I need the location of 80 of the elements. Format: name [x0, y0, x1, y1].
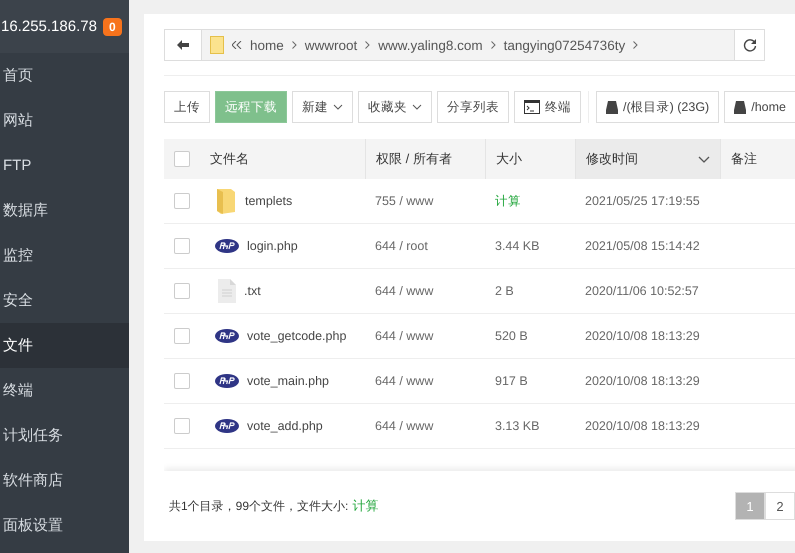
toolbar-button[interactable]: 上传 [164, 91, 210, 123]
modified-time-cell: 2020/10/08 18:13:29 [585, 329, 700, 343]
permission-cell: 644 / root [375, 239, 428, 253]
row-checkbox[interactable] [174, 238, 190, 254]
permission-cell: 644 / www [375, 374, 434, 388]
toolbar-button[interactable]: 终端 [514, 91, 581, 123]
size-cell: 2 B [495, 284, 514, 298]
permission-cell: 644 / www [375, 329, 434, 343]
row-checkbox[interactable] [174, 328, 190, 344]
chevron-right-icon [490, 41, 496, 49]
modified-time-cell: 2021/05/25 17:19:55 [585, 194, 700, 208]
nav-item[interactable]: 首页 [0, 53, 129, 98]
double-chevron-left-icon [232, 41, 242, 49]
permission-cell: 644 / www [375, 419, 434, 433]
file-name[interactable]: .txt [244, 284, 261, 298]
modified-time-cell: 2020/10/08 18:13:29 [585, 374, 700, 388]
permission-cell: 644 / www [375, 284, 434, 298]
back-arrow-icon [177, 40, 189, 50]
breadcrumb-link[interactable]: wwwroot [304, 38, 358, 52]
toolbar-button[interactable]: /home [724, 91, 795, 123]
size-cell: 3.13 KB [495, 419, 540, 433]
nav-item[interactable]: 文件 [0, 323, 129, 368]
file-name[interactable]: vote_main.php [247, 374, 330, 388]
chevron-right-icon [292, 41, 297, 49]
column-header[interactable]: 备注 [731, 150, 757, 168]
php-icon [215, 329, 239, 343]
sort-chevron-icon [698, 156, 710, 162]
toolbar-button[interactable]: 收藏夹 [358, 91, 432, 123]
chevron-right-icon [633, 41, 638, 49]
terminal-icon [524, 100, 540, 114]
permission-cell: 755 / www [375, 194, 434, 208]
folder-icon [210, 36, 224, 54]
php-icon [215, 374, 239, 388]
row-checkbox[interactable] [174, 418, 190, 434]
file-name[interactable]: vote_getcode.php [247, 329, 346, 343]
chevron-right-icon [365, 41, 370, 49]
file-summary: 共1个目录，99个文件，文件大小: [169, 499, 348, 513]
hard-drive-icon [734, 100, 746, 114]
chevron-down-icon [412, 104, 422, 110]
toolbar-button[interactable]: /(根目录) (23G) [596, 91, 720, 123]
nav-item[interactable]: 安全 [0, 278, 129, 323]
column-header[interactable]: 权限 / 所有者 [376, 150, 452, 168]
nav-item[interactable]: 计划任务 [0, 413, 129, 458]
file-name[interactable]: templets [245, 194, 292, 208]
toolbar-button[interactable]: 分享列表 [437, 91, 509, 123]
page-button[interactable]: 2 [765, 492, 795, 520]
php-icon [215, 419, 239, 433]
chevron-down-icon [333, 104, 343, 110]
nav-item[interactable]: 监控 [0, 233, 129, 278]
nav-item[interactable]: 面板设置 [0, 503, 129, 548]
nav-item[interactable]: 终端 [0, 368, 129, 413]
breadcrumb-link[interactable]: tangying07254736ty [504, 38, 626, 52]
modified-time-cell: 2020/10/08 18:13:29 [585, 419, 700, 433]
size-cell: 917 B [495, 374, 528, 388]
hard-drive-icon [606, 100, 618, 114]
select-all-checkbox[interactable] [174, 151, 190, 167]
nav-item[interactable]: 网站 [0, 98, 129, 143]
column-header[interactable]: 文件名 [210, 150, 249, 168]
modified-time-cell: 2020/11/06 10:52:57 [585, 284, 699, 298]
breadcrumb-link[interactable]: home [250, 38, 284, 52]
nav-item[interactable]: 数据库 [0, 188, 129, 233]
file-name[interactable]: vote_add.php [247, 419, 323, 433]
nav-item[interactable]: 软件商店 [0, 458, 129, 503]
size-cell: 3.44 KB [495, 239, 540, 253]
row-checkbox[interactable] [174, 283, 190, 299]
document-icon [218, 279, 236, 303]
modified-time-cell: 2021/05/08 15:14:42 [585, 239, 700, 253]
php-icon [215, 239, 239, 253]
file-name[interactable]: login.php [247, 239, 298, 253]
row-checkbox[interactable] [174, 193, 190, 209]
size-cell: 520 B [495, 329, 528, 343]
nav-item[interactable]: FTP [0, 143, 129, 188]
row-checkbox[interactable] [174, 373, 190, 389]
toolbar-button[interactable]: 新建 [292, 91, 353, 123]
refresh-icon [742, 38, 756, 52]
column-header[interactable]: 大小 [496, 150, 522, 168]
column-header[interactable]: 修改时间 [586, 150, 638, 168]
breadcrumb-link[interactable]: www.yaling8.com [378, 38, 483, 52]
folder-icon [215, 187, 237, 215]
server-address: 16.255.186.78 [1, 18, 97, 35]
